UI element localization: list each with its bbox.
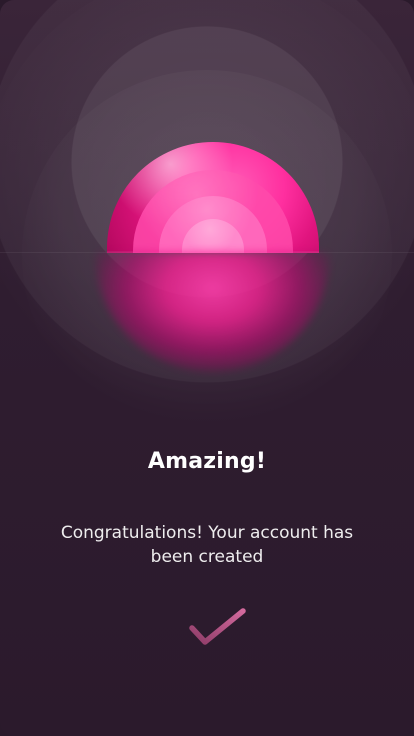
success-title: Amazing! bbox=[147, 449, 267, 474]
checkmark-icon[interactable] bbox=[185, 604, 249, 654]
success-message: Congratulations! Your account has been c… bbox=[60, 523, 354, 567]
success-screen: Amazing! Congratulations! Your account h… bbox=[0, 0, 414, 736]
background-halo-inner bbox=[22, 70, 392, 440]
